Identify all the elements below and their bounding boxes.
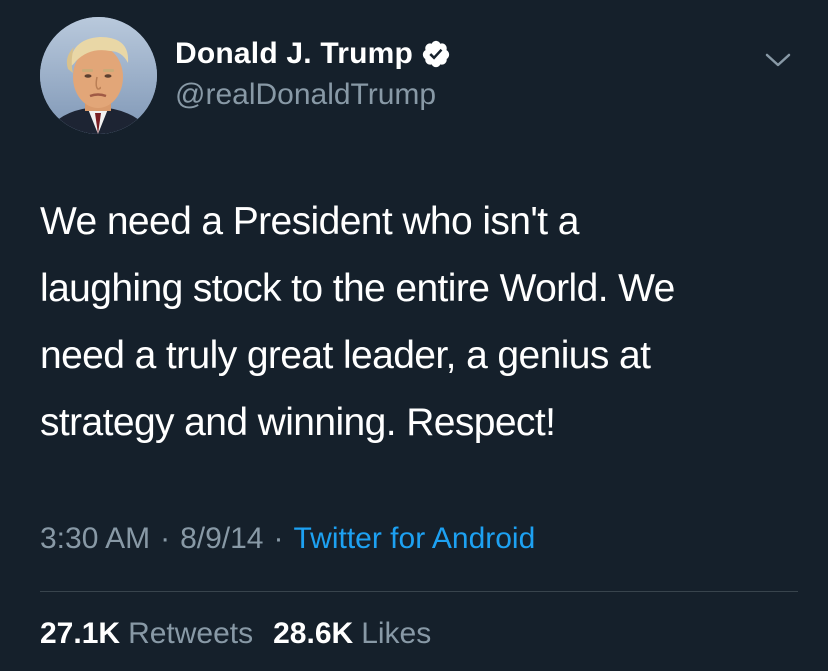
divider: [40, 591, 798, 592]
avatar[interactable]: [40, 17, 157, 134]
name-row: Donald J. Trump: [175, 36, 451, 72]
meta-separator: ·: [160, 522, 171, 555]
tweet-meta: 3:30 AM · 8/9/14 · Twitter for Android: [40, 522, 535, 556]
chevron-down-icon[interactable]: [764, 50, 792, 70]
verified-badge-icon: [422, 40, 450, 68]
meta-separator: ·: [273, 522, 284, 555]
tweet-stats: 27.1K Retweets 28.6K Likes: [40, 617, 431, 651]
retweets-stat[interactable]: 27.1K Retweets: [40, 617, 253, 651]
user-handle[interactable]: @realDonaldTrump: [175, 78, 436, 112]
avatar-photo: [40, 17, 157, 134]
likes-stat[interactable]: 28.6K Likes: [273, 617, 431, 651]
display-name[interactable]: Donald J. Trump: [175, 37, 413, 71]
tweet-date[interactable]: 8/9/14: [180, 522, 263, 556]
tweet-source-link[interactable]: Twitter for Android: [294, 522, 536, 556]
likes-label: Likes: [361, 617, 432, 650]
likes-count: 28.6K: [273, 617, 354, 650]
tweet-text: We need a President who isn't a laughing…: [40, 200, 675, 444]
tweet-time: 3:30 AM: [40, 522, 151, 555]
retweets-label: Retweets: [128, 617, 254, 650]
retweets-count: 27.1K: [40, 617, 121, 650]
tweet-card: Donald J. Trump @realDonaldTrump We need…: [0, 0, 828, 671]
